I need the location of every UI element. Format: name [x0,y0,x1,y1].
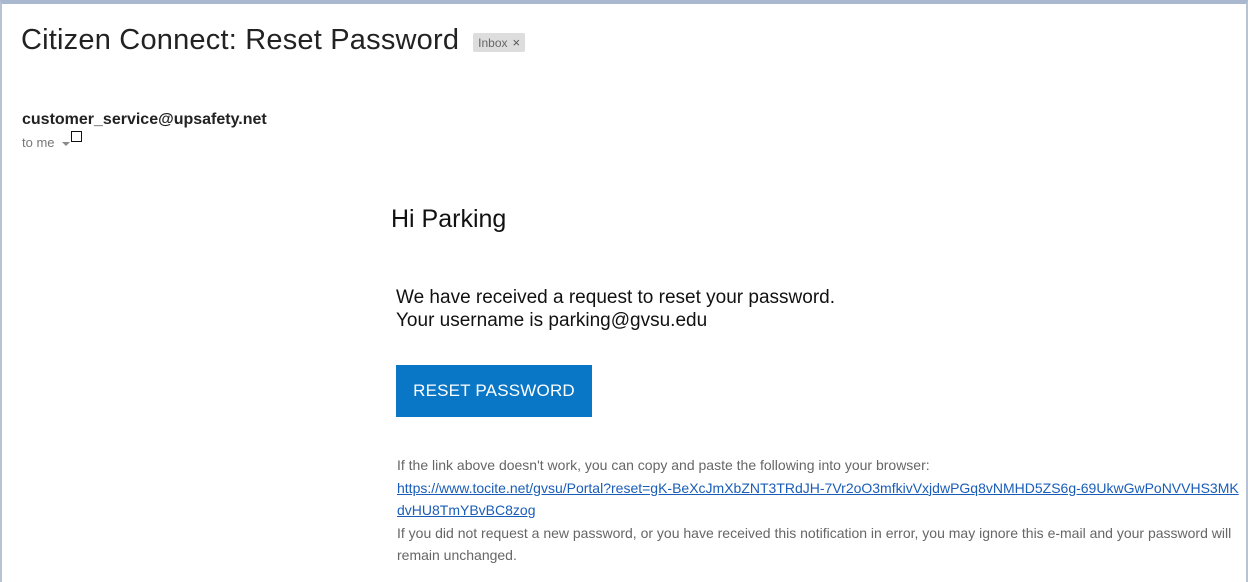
intro-text: We have received a request to reset your… [396,286,835,332]
email-header: Citizen Connect: Reset Password Inbox × [21,24,526,57]
chevron-down-icon[interactable] [61,141,70,146]
inbox-label-chip[interactable]: Inbox × [473,33,526,52]
fine-print: If the link above doesn't work, you can … [397,454,1243,567]
disclaimer: If you did not request a new password, o… [397,524,1232,564]
reset-password-button[interactable]: RESET PASSWORD [396,365,592,417]
remove-label-icon[interactable]: × [513,35,521,50]
greeting: Hi Parking [391,205,507,233]
request-line: We have received a request to reset your… [396,287,835,308]
inbox-label-text: Inbox [478,35,508,50]
recipient-row: to me [22,131,82,150]
sender-address: customer_service@upsafety.net [22,111,267,128]
email-subject: Citizen Connect: Reset Password [21,24,460,56]
copy-instruction: If the link above doesn't work, you can … [397,457,930,473]
empty-square-icon [70,131,82,142]
username-line: Your username is parking@gvsu.edu [396,310,708,331]
reset-url-link[interactable]: https://www.tocite.net/gvsu/Portal?reset… [397,480,1239,519]
recipient-text: to me [22,135,55,150]
